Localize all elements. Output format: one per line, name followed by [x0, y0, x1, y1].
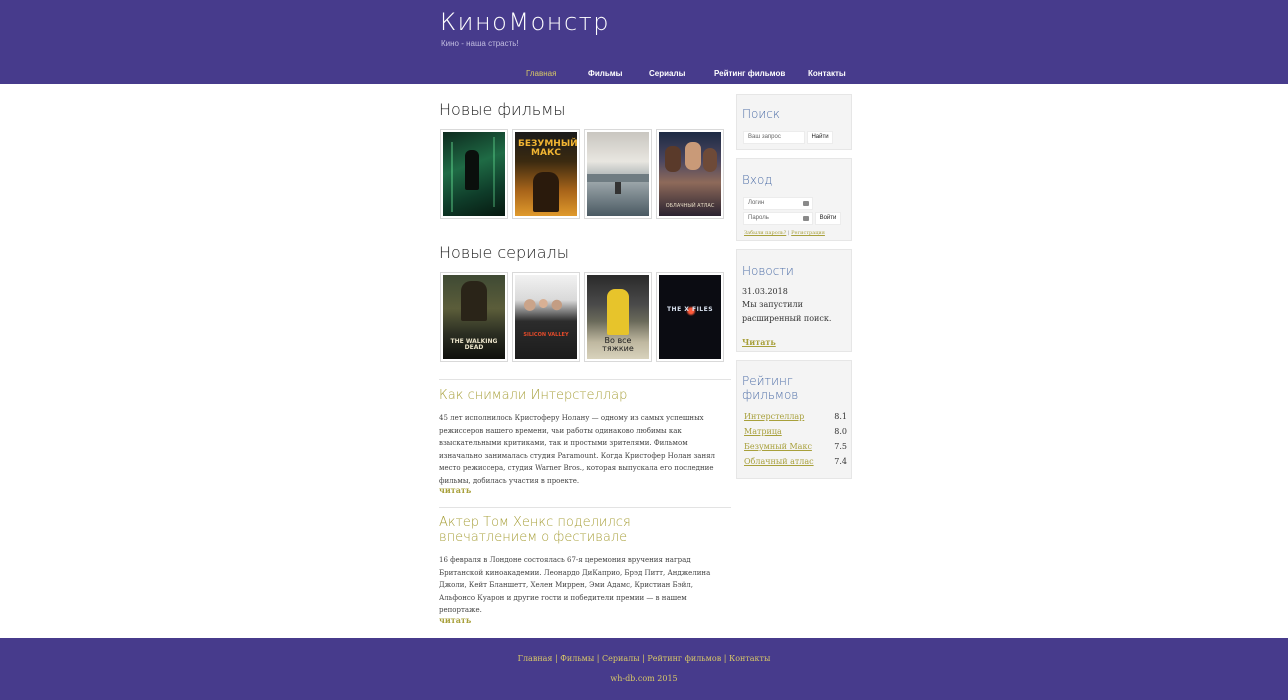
nav-contacts[interactable]: Контакты: [808, 69, 846, 78]
footer-nav: Главная | Фильмы | Сериалы | Рейтинг фил…: [0, 654, 1288, 663]
register-link[interactable]: Регистрация: [791, 230, 825, 236]
divider: [439, 379, 731, 380]
new-movies-heading: Новые фильмы: [439, 100, 566, 119]
nav-movies[interactable]: Фильмы: [588, 69, 623, 78]
rating-row: Матрица 8.0: [744, 427, 847, 442]
keyboard-icon: [803, 216, 809, 221]
login-field[interactable]: Логин: [743, 197, 813, 210]
login-box: Вход Логин Пароль Войти Забыли пароль? |…: [736, 158, 852, 241]
password-placeholder: Пароль: [748, 215, 769, 221]
rating-score: 7.5: [834, 442, 847, 451]
rating-box: Рейтинг фильмов Интерстеллар 8.1 Матрица…: [736, 360, 852, 479]
nav-home[interactable]: Главная: [526, 69, 556, 78]
poster-interstellar[interactable]: [584, 129, 652, 219]
footer-link-rating[interactable]: Рейтинг фильмов: [647, 654, 721, 663]
rating-score: 7.4: [834, 457, 847, 466]
copyright: wh-db.com 2015: [610, 674, 678, 683]
footer-link-movies[interactable]: Фильмы: [560, 654, 594, 663]
poster-x-files[interactable]: THE X FILES: [656, 272, 724, 362]
forgot-password-link[interactable]: Забыли пароль?: [744, 230, 786, 236]
rating-score: 8.0: [834, 427, 847, 436]
nav-series[interactable]: Сериалы: [649, 69, 685, 78]
poster-walking-dead[interactable]: THE WALKING DEAD: [440, 272, 508, 362]
search-box-title: Поиск: [742, 107, 780, 121]
rating-score: 8.1: [834, 412, 847, 421]
keyboard-icon: [803, 201, 809, 206]
news-text: Мы запустили расширенный поиск.: [742, 300, 832, 323]
new-series-heading: Новые сериалы: [439, 243, 569, 262]
article-title[interactable]: Как снимали Интерстеллар: [439, 388, 731, 403]
poster-mad-max[interactable]: БЕЗУМНЫЙ МАКС: [512, 129, 580, 219]
login-box-title: Вход: [742, 173, 773, 187]
site-footer: Главная | Фильмы | Сериалы | Рейтинг фил…: [0, 638, 1288, 700]
article-title[interactable]: Актер Том Хенкс поделился впечатлением о…: [439, 515, 731, 545]
site-logo[interactable]: КиноМонстр: [440, 8, 610, 36]
footer-link-series[interactable]: Сериалы: [602, 654, 640, 663]
news-box-title: Новости: [742, 264, 794, 278]
news-date: 31.03.2018: [742, 287, 788, 296]
login-placeholder: Логин: [748, 200, 765, 206]
footer-link-contacts[interactable]: Контакты: [729, 654, 770, 663]
poster-cloud-atlas[interactable]: ОБЛАЧНЫЙ АТЛАС: [656, 129, 724, 219]
footer-separator: |: [594, 654, 603, 663]
footer-link-home[interactable]: Главная: [518, 654, 553, 663]
poster-matrix[interactable]: [440, 129, 508, 219]
search-input[interactable]: Ваш запрос: [743, 131, 805, 144]
footer-separator: |: [721, 654, 729, 663]
article-text: 45 лет исполнилось Кристоферу Нолану — о…: [439, 414, 716, 485]
login-button[interactable]: Войти: [815, 212, 841, 225]
rating-movie-link[interactable]: Интерстеллар: [744, 412, 804, 421]
divider: [439, 507, 731, 508]
rating-movie-link[interactable]: Безумный Макс: [744, 442, 812, 451]
news-box: Новости 31.03.2018 Мы запустили расширен…: [736, 249, 852, 352]
search-box: Поиск Ваш запрос Найти: [736, 94, 852, 150]
article-read-link[interactable]: читать: [439, 615, 471, 625]
login-links: Забыли пароль? | Регистрация: [744, 230, 825, 236]
rating-row: Безумный Макс 7.5: [744, 442, 847, 457]
new-movies-list: БЕЗУМНЫЙ МАКС ОБЛАЧНЫЙ АТЛАС: [440, 129, 724, 219]
rating-row: Облачный атлас 7.4: [744, 457, 847, 472]
rating-row: Интерстеллар 8.1: [744, 412, 847, 427]
rating-box-title: Рейтинг фильмов: [742, 374, 799, 402]
site-slogan: Кино - наша страсть!: [441, 39, 519, 48]
article-text: 16 февраля в Лондоне состоялась 67-я цер…: [439, 556, 711, 614]
poster-breaking-bad[interactable]: Во все тяжкие: [584, 272, 652, 362]
nav-movie-rating[interactable]: Рейтинг фильмов: [714, 69, 785, 78]
news-read-link[interactable]: Читать: [742, 337, 776, 347]
article-read-link[interactable]: читать: [439, 485, 471, 495]
password-field[interactable]: Пароль: [743, 212, 813, 225]
rating-movie-link[interactable]: Матрица: [744, 427, 782, 436]
site-header: КиноМонстр Кино - наша страсть! Главная …: [0, 0, 1288, 84]
search-button[interactable]: Найти: [807, 131, 833, 144]
rating-movie-link[interactable]: Облачный атлас: [744, 457, 814, 466]
poster-silicon-valley[interactable]: SILICON VALLEY: [512, 272, 580, 362]
new-series-list: THE WALKING DEAD SILICON VALLEY Во все т…: [440, 272, 724, 362]
